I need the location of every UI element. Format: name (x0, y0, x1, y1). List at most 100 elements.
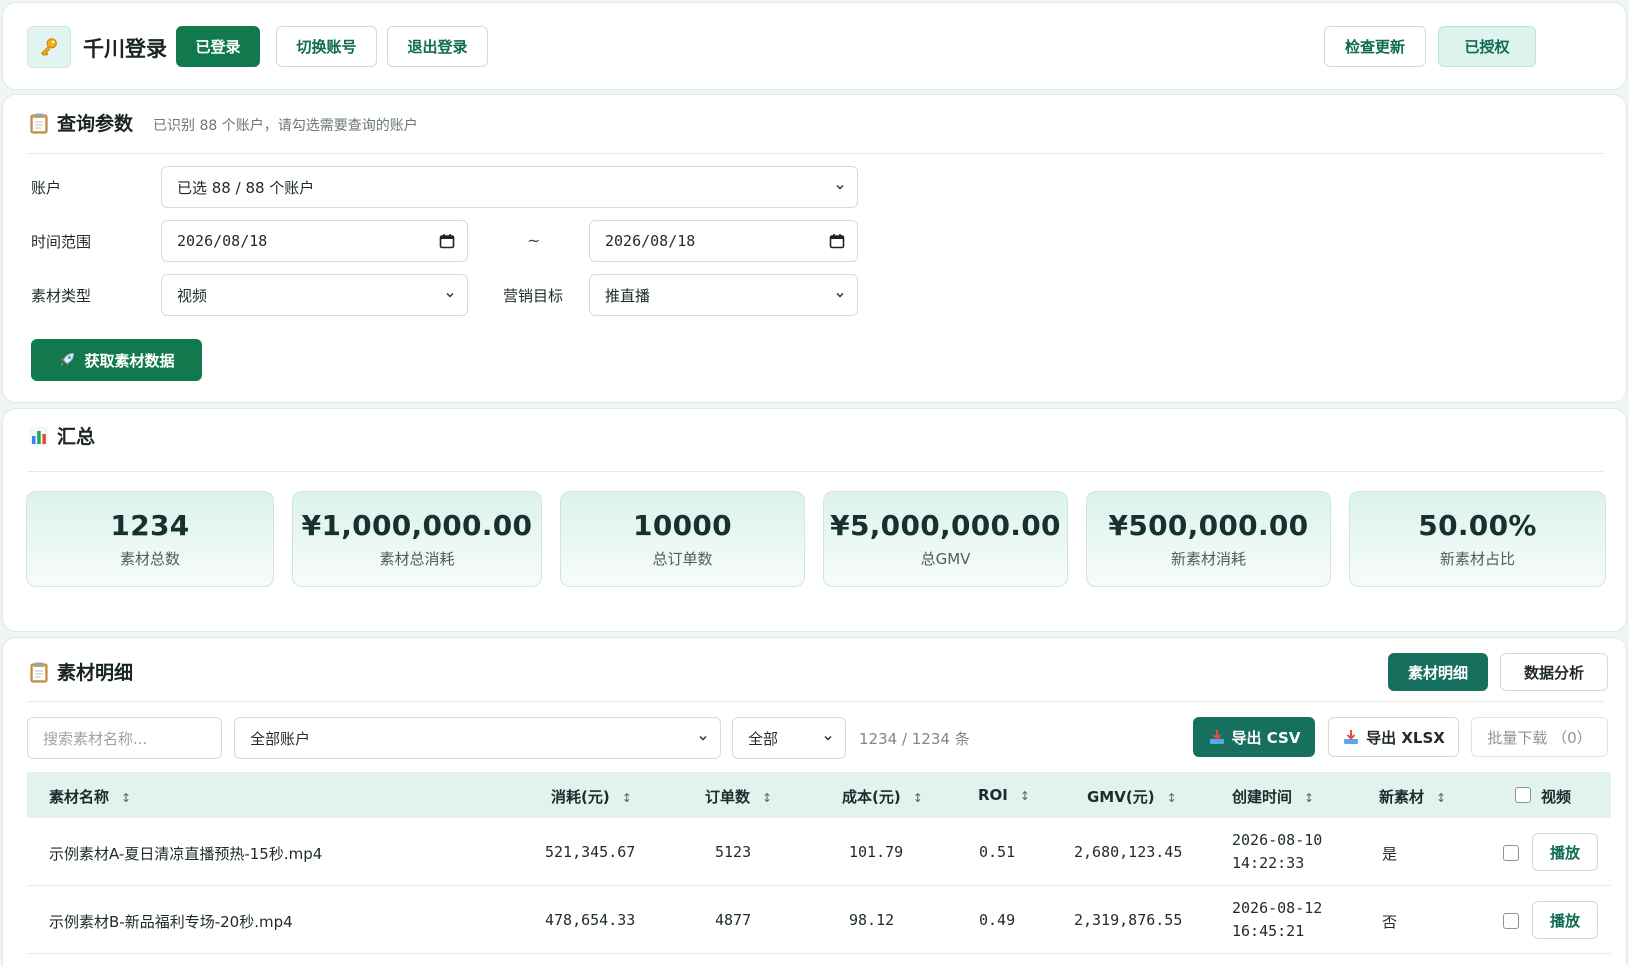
sort-icon[interactable]: ↕ (1304, 791, 1314, 805)
row-select-checkbox[interactable] (1503, 913, 1519, 929)
table-header: 素材名称 ↕ 消耗(元) ↕ 订单数 ↕ 成本(元) ↕ ROI ↕ GMV(元) ↕ 创建… (27, 772, 1611, 818)
check-update-button[interactable]: 检查更新 (1324, 26, 1426, 67)
marketing-goal-value: 推直播 (605, 286, 651, 305)
row-select-checkbox[interactable] (1503, 845, 1519, 861)
account-select-value: 已选 88 / 88 个账户 (177, 178, 315, 197)
marketing-goal-select[interactable]: 推直播 (589, 274, 858, 316)
start-date-value: 2026/08/18 (177, 232, 268, 250)
column-header-gmv[interactable]: GMV(元) ↕ (1087, 786, 1177, 807)
column-header-orders[interactable]: 订单数 ↕ (705, 786, 772, 807)
detail-title: 素材明细 (29, 658, 133, 685)
gmv-value: 2,319,876.55 (1074, 911, 1183, 929)
column-header-cost[interactable]: 消耗(元) ↕ (551, 786, 632, 807)
search-input[interactable]: 搜索素材名称... (27, 717, 222, 759)
roi-value: 0.49 (979, 911, 1016, 929)
sort-icon[interactable]: ↕ (1167, 791, 1177, 805)
play-button[interactable]: 播放 (1532, 833, 1598, 871)
authorized-button[interactable]: 已授权 (1438, 26, 1536, 67)
rocket-icon (60, 352, 75, 367)
chevron-down-icon (446, 292, 454, 298)
batch-download-button[interactable]: 批量下载 （0） (1471, 717, 1608, 757)
stat-value: ¥1,000,000.00 (301, 509, 533, 542)
logged-in-button[interactable]: 已登录 (176, 26, 260, 67)
key-icon (27, 26, 71, 68)
gmv-value: 2,680,123.45 (1074, 843, 1183, 861)
clipboard-icon (30, 662, 48, 682)
end-date-input[interactable]: 2026/08/18 (589, 220, 858, 262)
query-subtitle: 已识别 88 个账户，请勾选需要查询的账户 (153, 118, 418, 134)
date-separator: ~ (527, 231, 541, 250)
chevron-down-icon (836, 292, 844, 298)
calendar-icon[interactable] (829, 233, 845, 249)
export-xlsx-label: 导出 XLSX (1366, 728, 1445, 747)
roi-value: 0.51 (979, 843, 1016, 861)
sort-icon[interactable]: ↕ (1020, 789, 1030, 803)
account-filter-value: 全部账户 (250, 729, 311, 748)
status-filter-select[interactable]: 全部 (732, 717, 846, 759)
stat-card-new-material-cost: ¥500,000.00 新素材消耗 (1086, 491, 1331, 587)
stat-card-total-orders: 10000 总订单数 (560, 491, 805, 587)
calendar-icon[interactable] (439, 233, 455, 249)
sort-icon[interactable]: ↕ (121, 791, 131, 805)
column-header-label: ROI (978, 786, 1008, 804)
stat-label: 素材总消耗 (379, 550, 455, 568)
result-count: 1234 / 1234 条 (859, 730, 970, 748)
top-bar: 千川登录 已登录 切换账号 退出登录 检查更新 已授权 (2, 2, 1627, 90)
divider (27, 471, 1604, 472)
column-header-label: GMV(元) (1087, 788, 1155, 806)
export-csv-button[interactable]: 导出 CSV (1193, 717, 1315, 757)
fetch-data-button[interactable]: 获取素材数据 (31, 339, 202, 381)
summary-title-text: 汇总 (57, 426, 96, 448)
chevron-down-icon (699, 735, 707, 741)
stat-value: ¥500,000.00 (1108, 509, 1309, 542)
unit-cost-value: 101.79 (849, 843, 904, 861)
column-header-unit-cost[interactable]: 成本(元) ↕ (842, 786, 923, 807)
detail-panel: 素材明细 素材明细 数据分析 搜索素材名称... 全部账户 全部 1234 / … (2, 637, 1627, 965)
time-range-label: 时间范围 (31, 233, 92, 251)
sort-icon[interactable]: ↕ (762, 791, 772, 805)
download-tray-icon (1209, 730, 1224, 744)
sort-icon[interactable]: ↕ (1436, 791, 1446, 805)
tab-data-analysis[interactable]: 数据分析 (1500, 653, 1608, 691)
download-tray-icon (1344, 730, 1359, 744)
chevron-down-icon (836, 184, 844, 190)
column-header-label: 成本(元) (842, 788, 901, 806)
sort-icon[interactable]: ↕ (622, 791, 632, 805)
export-csv-label: 导出 CSV (1231, 728, 1301, 747)
column-header-name[interactable]: 素材名称 ↕ (49, 786, 131, 807)
switch-account-button[interactable]: 切换账号 (276, 26, 377, 67)
material-type-select[interactable]: 视频 (161, 274, 468, 316)
is-new-value: 否 (1382, 913, 1398, 931)
stat-card-total-cost: ¥1,000,000.00 素材总消耗 (292, 491, 542, 587)
created-time: 14:22:33 (1232, 854, 1305, 872)
query-title: 查询参数 (29, 109, 133, 136)
query-title-text: 查询参数 (57, 113, 134, 135)
bar-chart-icon (30, 426, 48, 445)
column-header-roi[interactable]: ROI ↕ (978, 786, 1030, 804)
cost-value: 521,345.67 (545, 843, 636, 861)
logout-button[interactable]: 退出登录 (387, 26, 488, 67)
export-xlsx-button[interactable]: 导出 XLSX (1328, 717, 1459, 757)
material-type-value: 视频 (177, 286, 208, 305)
stat-label: 总订单数 (652, 550, 713, 568)
chevron-down-icon (824, 735, 832, 741)
orders-value: 4877 (715, 911, 752, 929)
account-select[interactable]: 已选 88 / 88 个账户 (161, 166, 858, 208)
start-date-input[interactable]: 2026/08/18 (161, 220, 468, 262)
account-filter-select[interactable]: 全部账户 (234, 717, 721, 759)
stat-value: 1234 (110, 509, 190, 542)
column-header-video: 视频 (1541, 788, 1572, 806)
fetch-data-label: 获取素材数据 (84, 351, 175, 370)
column-header-is-new[interactable]: 新素材 ↕ (1379, 786, 1446, 807)
created-time: 16:45:21 (1232, 922, 1305, 940)
column-header-label: 新素材 (1379, 788, 1425, 806)
select-all-checkbox[interactable] (1515, 787, 1531, 803)
column-header-created[interactable]: 创建时间 ↕ (1232, 786, 1314, 807)
app-title: 千川登录 (83, 37, 167, 61)
sort-icon[interactable]: ↕ (913, 791, 923, 805)
tab-material-detail[interactable]: 素材明细 (1388, 653, 1488, 691)
play-button[interactable]: 播放 (1532, 901, 1598, 939)
stat-card-total-gmv: ¥5,000,000.00 总GMV (823, 491, 1068, 587)
stat-label: 新素材消耗 (1170, 550, 1246, 568)
account-label: 账户 (31, 179, 62, 197)
